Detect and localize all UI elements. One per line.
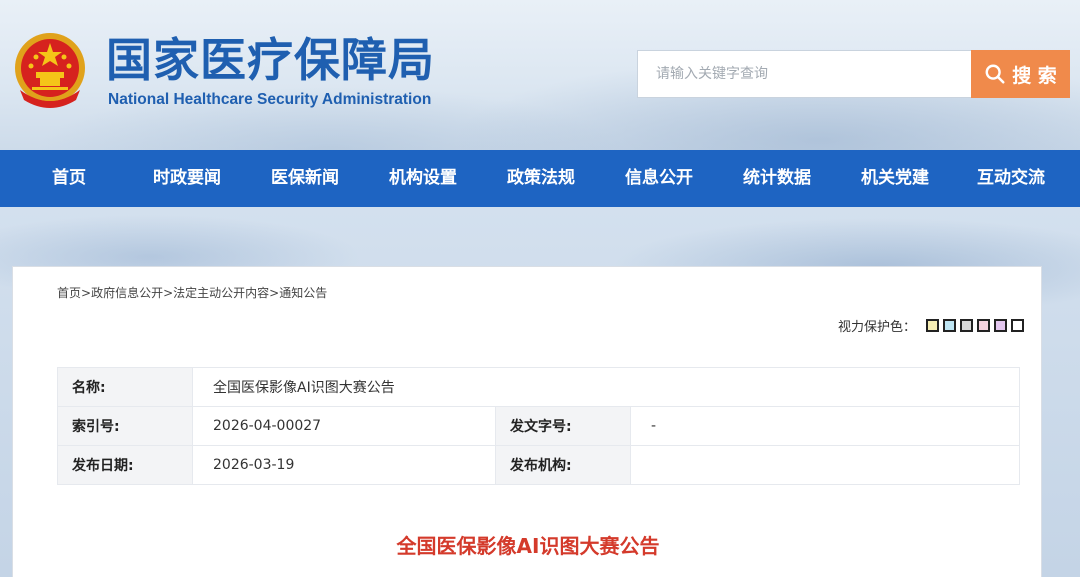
table-row: 索引号: 2026-04-00027 发文字号: - (57, 406, 1020, 446)
table-row: 名称: 全国医保影像AI识图大赛公告 (57, 367, 1020, 407)
color-swatch-white[interactable] (1011, 319, 1024, 332)
nav-item-info-disclosure[interactable]: 信息公开 (610, 150, 708, 207)
nav-item-statistics[interactable]: 统计数据 (708, 150, 846, 207)
content-card: 首页> 政府信息公开> 法定主动公开内容> 通知公告 视力保护色： 名称: 全国… (12, 266, 1042, 577)
publish-date-value: 2026-03-19 (192, 445, 496, 485)
doc-number-value: - (630, 406, 1020, 446)
site-logo-title[interactable]: 国家医疗保障局 (106, 32, 435, 88)
nav-item-healthcare-news[interactable]: 医保新闻 (236, 150, 374, 207)
color-swatch-yellow[interactable] (926, 319, 939, 332)
document-info-table: 名称: 全国医保影像AI识图大赛公告 索引号: 2026-04-00027 发文… (57, 367, 1020, 485)
doc-number-label: 发文字号: (495, 406, 631, 446)
header-banner: 国家医疗保障局 National Healthcare Security Adm… (0, 0, 1080, 150)
nav-item-party-building[interactable]: 机关党建 (846, 150, 944, 207)
table-row: 发布日期: 2026-03-19 发布机构: (57, 445, 1020, 485)
color-swatch-blue[interactable] (943, 319, 956, 332)
nav-item-organization[interactable]: 机构设置 (374, 150, 472, 207)
color-swatch-pink[interactable] (977, 319, 990, 332)
nav-item-interaction[interactable]: 互动交流 (944, 150, 1078, 207)
name-value: 全国医保影像AI识图大赛公告 (192, 367, 1020, 407)
name-label: 名称: (57, 367, 193, 407)
search-button[interactable]: 搜 索 (971, 50, 1070, 98)
eye-protect-colors: 视力保护色： (838, 316, 1024, 335)
publish-date-label: 发布日期: (57, 445, 193, 485)
index-value: 2026-04-00027 (192, 406, 496, 446)
publish-org-value (630, 445, 1020, 485)
breadcrumb: 首页> 政府信息公开> 法定主动公开内容> 通知公告 (57, 284, 327, 301)
nav-item-policies[interactable]: 政策法规 (472, 150, 610, 207)
index-label: 索引号: (57, 406, 193, 446)
breadcrumb-home[interactable]: 首页> (57, 284, 91, 301)
nav-item-home[interactable]: 首页 (0, 150, 138, 207)
eye-protect-label: 视力保护色： (837, 320, 916, 335)
publish-org-label: 发布机构: (495, 445, 631, 485)
search-input[interactable] (637, 50, 971, 98)
color-swatch-gray[interactable] (960, 319, 973, 332)
site-logo-subtitle: National Healthcare Security Administrat… (108, 91, 432, 108)
breadcrumb-gov-info[interactable]: 政府信息公开> (91, 284, 173, 301)
color-swatch-purple[interactable] (994, 319, 1007, 332)
breadcrumb-statutory[interactable]: 法定主动公开内容> (173, 284, 279, 301)
national-emblem-icon (15, 33, 85, 108)
search-button-label: 搜 索 (1012, 64, 1057, 87)
article-title: 全国医保影像AI识图大赛公告 (396, 534, 660, 558)
nav-item-politics-news[interactable]: 时政要闻 (138, 150, 236, 207)
main-nav: 首页 时政要闻 医保新闻 机构设置 政策法规 信息公开 统计数据 机关党建 互动… (0, 150, 1080, 207)
search-icon (985, 64, 1005, 84)
breadcrumb-notices[interactable]: 通知公告 (279, 284, 327, 301)
